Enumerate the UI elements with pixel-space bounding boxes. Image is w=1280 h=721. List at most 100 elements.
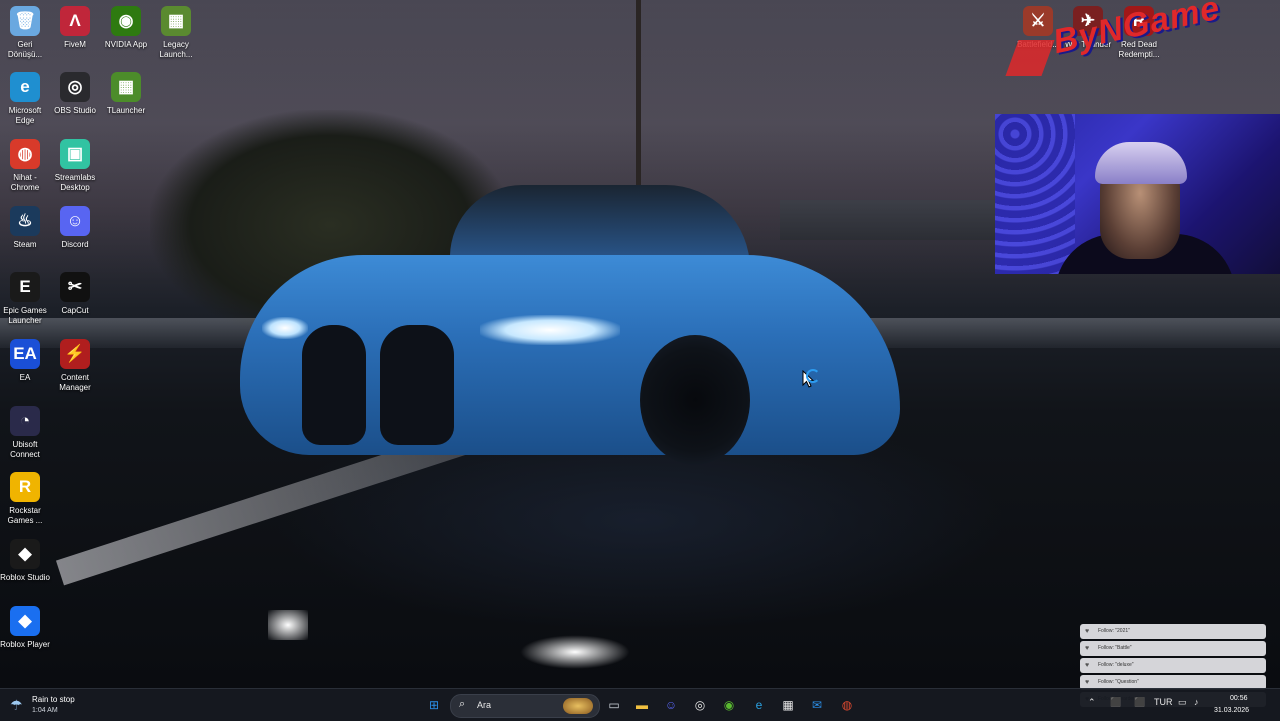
recycle-bin-icon: 🗑 — [10, 6, 40, 36]
desktop-icon-label: Geri Dönüşü... — [7, 40, 43, 59]
desktop-icon-label: Discord — [61, 240, 89, 249]
clock-time[interactable]: 00:56 — [1230, 695, 1248, 702]
webcam-wallpaper-pattern — [995, 114, 1075, 274]
webcam-person-cap — [1095, 142, 1187, 184]
tray-app-icon[interactable]: ⬛ — [1110, 697, 1121, 708]
task-view-icon: ▭ — [608, 698, 620, 712]
desktop-icon[interactable]: ▦ Legacy Launch... — [151, 6, 201, 60]
chrome-icon: ◍ — [841, 698, 853, 712]
follow-alert-text: Follow: "Question" — [1098, 679, 1139, 685]
desktop-icon[interactable]: E Epic Games Launcher — [0, 272, 50, 326]
follow-alert: ♥ Follow: "deluxe" — [1080, 658, 1266, 673]
desktop-icon[interactable]: Λ FiveM — [50, 6, 100, 50]
tlauncher-icon: ▦ — [111, 72, 141, 102]
content-manager-icon: ⚡ — [60, 339, 90, 369]
desktop-icon[interactable]: ♨ Steam — [0, 206, 50, 250]
desktop-icon-label: Nihat - Chrome — [10, 173, 40, 192]
windows-icon: ⊞ — [428, 698, 440, 712]
busy-spinner-icon — [806, 369, 820, 383]
wallpaper-reflection — [520, 635, 630, 669]
desktop-icon-label: NVIDIA App — [104, 40, 148, 49]
nvidia-icon: ◉ — [111, 6, 141, 36]
tray-notifications-icon[interactable]: ⌃ — [1088, 697, 1096, 708]
desktop-icon[interactable]: ◆ Roblox Player — [0, 606, 50, 650]
obs-taskbar-button[interactable]: ◎ — [690, 695, 710, 715]
ea-icon: EA — [10, 339, 40, 369]
clock-date[interactable]: 31.03.2026 — [1214, 707, 1249, 714]
desktop-icon[interactable]: ▣ Streamlabs Desktop — [50, 139, 100, 193]
desktop-icon-label: Roblox Studio — [0, 573, 50, 582]
taskbar: ☂ Rain to stop 1:04 AM ⊞ ⌕ Ara ▭ ▬ ☺ ◎ ◉… — [0, 688, 1280, 721]
system-tray: ⌃ ⬛ ⬛ TUR ▭ ♪ 00:56 31.03.2026 — [1080, 693, 1276, 717]
desktop-icon[interactable]: EA EA — [0, 339, 50, 383]
chrome-taskbar-button[interactable]: ◍ — [837, 695, 857, 715]
desktop-icon[interactable]: ◎ OBS Studio — [50, 72, 100, 116]
desktop-icon[interactable]: R Rockstar Games ... — [0, 472, 50, 526]
wallpaper-pole — [636, 0, 641, 190]
weather-rain-icon: ☂ — [10, 697, 23, 713]
outlook-taskbar-button[interactable]: ✉ — [807, 695, 827, 715]
network-icon[interactable]: ▭ — [1178, 697, 1187, 708]
desktop-icon-label: Legacy Launch... — [159, 40, 193, 59]
follow-alert: ♥ Follow: "2021" — [1080, 624, 1266, 639]
heart-icon: ♥ — [1085, 628, 1090, 635]
desktop-icon[interactable]: ◉ NVIDIA App — [101, 6, 151, 50]
desktop-icon-label: Rockstar Games ... — [7, 506, 43, 525]
weather-widget[interactable]: ☂ Rain to stop 1:04 AM — [10, 693, 130, 717]
obs-icon: ◎ — [694, 698, 706, 712]
search-placeholder: Ara — [477, 700, 492, 710]
volume-icon[interactable]: ♪ — [1194, 697, 1199, 707]
desktop-icon-label: Epic Games Launcher — [3, 306, 47, 325]
desktop-icon[interactable]: ✂ CapCut — [50, 272, 100, 316]
discord-icon: ☺ — [664, 698, 678, 712]
car-headlight-left — [262, 317, 308, 339]
obs-icon: ◎ — [60, 72, 90, 102]
minecraft-grass-icon: ▦ — [161, 6, 191, 36]
webcam-overlay — [995, 114, 1280, 274]
desktop-icon[interactable]: ◍ Nihat - Chrome — [0, 139, 50, 193]
capcut-icon: ✂ — [60, 272, 90, 302]
nvidia-icon: ◉ — [723, 698, 735, 712]
car-headlight-right — [480, 315, 620, 345]
desktop-icon[interactable]: ◔ Ubisoft Connect — [0, 406, 50, 460]
desktop-icon[interactable]: ☺ Discord — [50, 206, 100, 250]
watermark-logo-shape — [1005, 40, 1055, 76]
wallpaper-car — [240, 185, 900, 475]
desktop-icon[interactable]: 🗑 Geri Dönüşü... — [0, 6, 50, 60]
tray-language[interactable]: TUR — [1154, 697, 1173, 707]
start-button[interactable]: ⊞ — [424, 695, 444, 715]
desktop-icon[interactable]: ⚡ Content Manager — [50, 339, 100, 393]
car-grille-right — [380, 325, 454, 445]
desktop-icon[interactable]: ▦ TLauncher — [101, 72, 151, 116]
taskbar-search[interactable]: ⌕ Ara — [450, 694, 600, 718]
desktop-icon-label: FiveM — [64, 40, 86, 49]
edge-icon: e — [755, 698, 763, 712]
file-explorer-button[interactable]: ▬ — [632, 695, 652, 715]
follow-alert-text: Follow: "deluxe" — [1098, 662, 1134, 668]
search-icon: ⌕ — [459, 698, 466, 710]
heart-icon: ♥ — [1085, 645, 1090, 652]
desktop-icon[interactable]: e Microsoft Edge — [0, 72, 50, 126]
tray-app-icon[interactable]: ⬛ — [1134, 697, 1145, 708]
store-taskbar-button[interactable]: ▦ — [778, 695, 798, 715]
desktop-wallpaper — [0, 0, 1280, 688]
search-highlight-image — [563, 698, 593, 714]
folder-icon: ▬ — [636, 698, 648, 712]
discord-taskbar-button[interactable]: ☺ — [661, 695, 681, 715]
wallpaper-reflection — [268, 610, 308, 640]
rockstar-icon: R — [10, 472, 40, 502]
taskview-button[interactable]: ▭ — [604, 695, 624, 715]
nvidia-taskbar-button[interactable]: ◉ — [719, 695, 739, 715]
desktop-icon-label: Steam — [13, 240, 37, 249]
edge-taskbar-button[interactable]: e — [749, 695, 769, 715]
heart-icon: ♥ — [1085, 662, 1090, 669]
edge-icon: e — [10, 72, 40, 102]
desktop-icon-label: OBS Studio — [54, 106, 96, 115]
epic-games-icon: E — [10, 272, 40, 302]
weather-subtitle: 1:04 AM — [32, 707, 58, 714]
roblox-player-icon: ◆ — [10, 606, 40, 636]
car-grille-left — [302, 325, 366, 445]
desktop-icon-label: Content Manager — [59, 373, 91, 392]
desktop-icon[interactable]: ◆ Roblox Studio — [0, 539, 50, 583]
follow-alert: ♥ Follow: "Battle" — [1080, 641, 1266, 656]
